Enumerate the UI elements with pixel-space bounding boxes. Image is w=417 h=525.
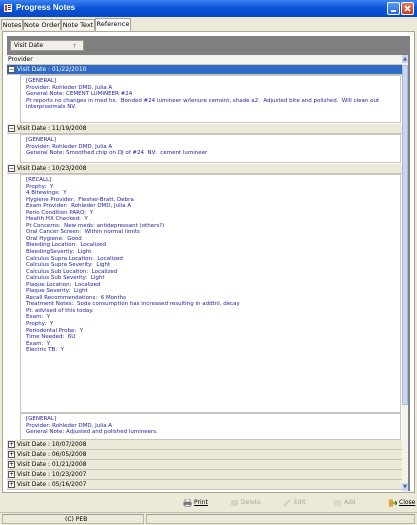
title-bar[interactable]: Progress Notes [0, 0, 417, 17]
pencil-icon [283, 498, 291, 507]
scroll-down-icon[interactable]: ▼ [402, 483, 408, 491]
vertical-scrollbar[interactable]: ▲ ▼ [402, 55, 408, 491]
bottom-toolbar: Print Delete Edit Add Close [0, 494, 417, 511]
status-bar: (C) PEB [0, 512, 417, 525]
progress-notes-window: Progress Notes Notes Note Order Note Tex… [0, 0, 417, 525]
group-row-label: Visit Date : 11/19/2008 [17, 125, 87, 132]
collapse-icon[interactable]: − [8, 125, 15, 132]
delete-button[interactable]: Delete [230, 497, 261, 509]
app-icon [4, 4, 12, 12]
tab-note-order[interactable]: Note Order [23, 19, 61, 30]
close-window-button[interactable] [401, 2, 414, 15]
minimize-button[interactable] [387, 2, 400, 15]
tab-note-text[interactable]: Note Text [61, 19, 95, 30]
add-icon [334, 499, 341, 506]
exit-door-icon [389, 499, 397, 506]
close-button[interactable]: Close [388, 497, 415, 509]
collapse-icon[interactable]: − [8, 165, 15, 172]
note-cell[interactable]: [RECALL] Prophy: Y 4 Bitewings: Y Hygien… [20, 174, 401, 413]
print-button[interactable]: Print [183, 497, 208, 509]
printer-icon [183, 498, 192, 507]
tab-strip: Notes Note Order Note Text Reference [0, 17, 417, 31]
group-row-label: Visit Date : 06/05/2008 [17, 451, 87, 458]
delete-label: Delete [241, 499, 261, 506]
sort-ascending-icon: ↑ [72, 43, 78, 50]
note-cell[interactable]: [GENERAL] Provider: Rohleder DMD, Julia … [20, 413, 401, 440]
expand-icon[interactable]: + [8, 461, 15, 468]
scroll-thumb[interactable] [402, 65, 408, 405]
status-copyright: (C) PEB [2, 514, 144, 524]
group-row-label: Visit Date : 01/21/2008 [17, 461, 87, 468]
expand-icon[interactable]: + [8, 451, 15, 458]
group-row-label: Visit Date : 10/07/2008 [17, 441, 87, 448]
delete-icon [231, 499, 238, 506]
notes-grid[interactable]: Provider − Visit Date : 01/22/2010 [GENE… [7, 55, 408, 491]
print-label: Print [194, 499, 208, 506]
edit-button[interactable]: Edit [283, 497, 306, 509]
group-row-label: Visit Date : 10/23/2007 [17, 471, 87, 478]
column-header-provider[interactable]: Provider [7, 55, 402, 65]
add-label: Add [344, 499, 356, 506]
group-row-visit-date[interactable]: + Visit Date : 10/07/2008 [7, 440, 402, 450]
group-row-visit-date[interactable]: + Visit Date : 06/05/2008 [7, 450, 402, 460]
minimize-icon [391, 10, 396, 12]
group-by-label: Visit Date [14, 42, 44, 49]
group-row-visit-date[interactable]: − Visit Date : 11/19/2008 [7, 124, 402, 134]
tab-notes[interactable]: Notes [1, 19, 23, 30]
group-by-visit-date-button[interactable]: Visit Date ↑ [10, 40, 84, 51]
group-row-label: Visit Date : 10/23/2008 [17, 165, 87, 172]
expand-icon[interactable]: + [8, 441, 15, 448]
group-row-visit-date[interactable]: + Visit Date : 05/16/2007 [7, 480, 402, 490]
close-label: Close [399, 499, 416, 506]
tab-reference[interactable]: Reference [95, 18, 131, 31]
close-icon [404, 5, 411, 12]
note-cell[interactable]: [GENERAL] Provider: Rohleder DMD, Julia … [20, 75, 401, 123]
edit-label: Edit [294, 499, 306, 506]
group-row-visit-date[interactable]: + Visit Date : 01/21/2008 [7, 460, 402, 470]
group-row-visit-date[interactable]: − Visit Date : 10/23/2008 [7, 164, 402, 174]
group-row-visit-date[interactable]: + Visit Date : 10/23/2007 [7, 470, 402, 480]
add-button[interactable]: Add [333, 497, 356, 509]
expand-icon[interactable]: + [8, 471, 15, 478]
scroll-up-icon[interactable]: ▲ [402, 55, 408, 63]
window-title: Progress Notes [16, 3, 76, 12]
group-row-label: Visit Date : 05/16/2007 [17, 481, 87, 488]
collapse-icon[interactable]: − [8, 66, 15, 73]
expand-icon[interactable]: + [8, 481, 15, 488]
note-cell[interactable]: [GENERAL] Provider: Rohleder DMD, Julia … [20, 134, 401, 163]
status-pane [146, 514, 415, 524]
group-row-visit-date[interactable]: − Visit Date : 01/22/2010 [7, 65, 402, 75]
group-row-label: Visit Date : 01/22/2010 [17, 66, 87, 73]
